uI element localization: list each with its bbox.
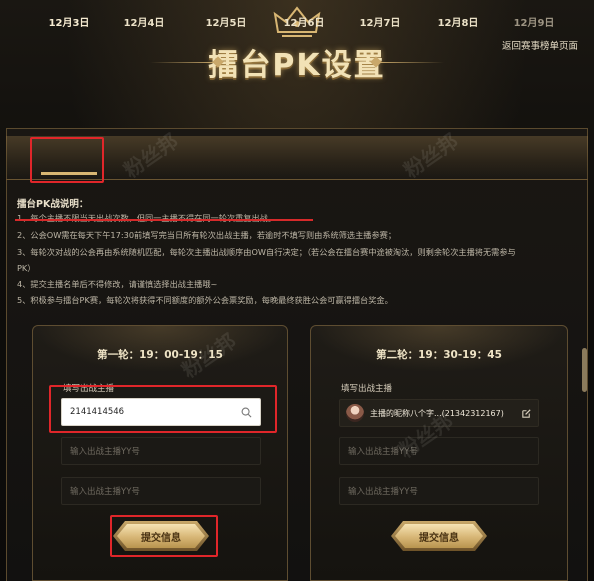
highlight-box-input: [49, 385, 277, 433]
page-title: 擂台PK设置: [208, 48, 386, 83]
rule-item-5: 5、积极参与擂台PK赛，每轮次将获得不同额度的额外公会票奖励，每晚最终获胜公会可…: [17, 295, 393, 305]
rule-item-3-cont: PK）: [17, 263, 36, 273]
field-label: 填写出战主播: [341, 384, 393, 394]
edit-icon[interactable]: [521, 408, 532, 419]
round-title: 第二轮：19：30-19：45: [376, 349, 502, 361]
round-title: 第一轮：19：00-19：15: [97, 349, 223, 361]
tab-12-9[interactable]: 12月9日: [504, 14, 564, 29]
back-to-ranking-link[interactable]: 返回赛事榜单页面: [502, 38, 578, 52]
tab-12-5[interactable]: 12月5日: [196, 14, 256, 29]
rule-item-3: 3、每轮次对战的公会再由系统随机匹配，每轮次主播出战顺序由OW自行决定；（若公会…: [17, 247, 516, 257]
yy-input-2[interactable]: 输入出战主播YY号: [61, 437, 261, 465]
tab-12-8[interactable]: 12月8日: [428, 14, 488, 29]
rule-item-2: 2、公会OW需在每天下午17:30前填写完当日所有轮次出战主播，若逾时不填写则由…: [17, 230, 397, 240]
title-ornament-left: [150, 62, 216, 63]
highlight-underline: [15, 219, 313, 221]
yy-input-3[interactable]: 输入出战主播YY号: [339, 477, 539, 505]
rule-item-1: 1、每个主播不限当天出战次数，但同一主播不得在同一轮次重复出战。: [17, 213, 277, 223]
title-ornament-right: [378, 62, 444, 63]
rule-item-4: 4、提交主播名单后不得修改，请谨慎选择出战主播哦~: [17, 279, 218, 289]
yy-input-3[interactable]: 输入出战主播YY号: [61, 477, 261, 505]
avatar: [346, 404, 364, 422]
tab-12-7[interactable]: 12月7日: [350, 14, 410, 29]
scrollbar-thumb[interactable]: [582, 348, 587, 392]
page-header: 擂台PK设置: [150, 36, 444, 88]
tab-12-4[interactable]: 12月4日: [114, 14, 174, 29]
tab-12-6[interactable]: 12月6日: [274, 14, 334, 29]
highlight-box-submit: [110, 515, 218, 557]
tab-12-3[interactable]: 12月3日: [39, 14, 99, 29]
round-card-2: 第二轮：19：30-19：45 填写出战主播 主播的昵称八个字...(21342…: [310, 325, 568, 581]
rules-title: 擂台PK战说明：: [17, 199, 89, 210]
highlight-box-tab: [30, 137, 104, 183]
submit-button[interactable]: 提交信息: [395, 524, 483, 548]
